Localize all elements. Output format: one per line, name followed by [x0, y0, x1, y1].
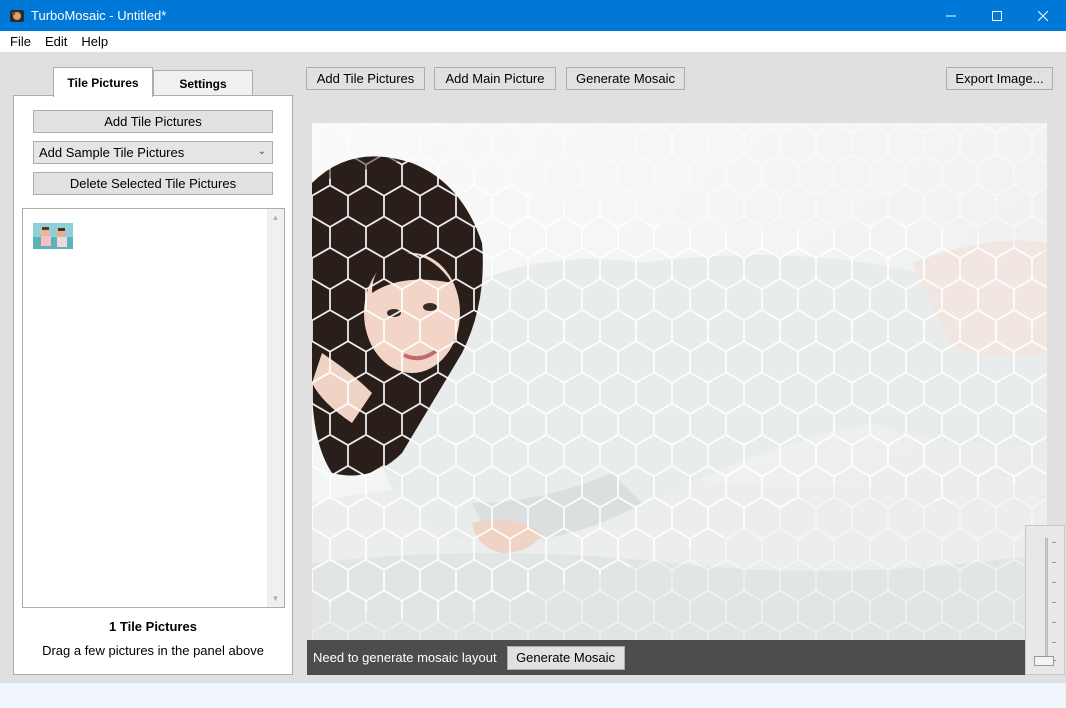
maximize-button[interactable]	[974, 0, 1020, 31]
info-bar: Need to generate mosaic layout Generate …	[307, 640, 1025, 675]
zoom-tick	[1052, 542, 1056, 543]
generate-mosaic-info-button[interactable]: Generate Mosaic	[506, 645, 625, 670]
close-icon	[1038, 10, 1048, 21]
menu-help[interactable]: Help	[74, 34, 115, 49]
minimize-button[interactable]	[928, 0, 974, 31]
tab-tile-pictures[interactable]: Tile Pictures	[53, 67, 153, 97]
title-bar: TurboMosaic - Untitled*	[0, 0, 1066, 31]
zoom-tick	[1052, 582, 1056, 583]
main-picture	[312, 123, 1047, 640]
sample-tiles-dropdown-value: Add Sample Tile Pictures	[39, 145, 185, 160]
menu-bar: File Edit Help	[0, 31, 1066, 52]
add-main-picture-button[interactable]: Add Main Picture	[434, 67, 556, 90]
maximize-icon	[992, 10, 1002, 21]
tile-thumbnail[interactable]	[33, 223, 73, 249]
scroll-up-icon[interactable]: ▲	[267, 209, 284, 226]
zoom-tick	[1052, 622, 1056, 623]
main-picture-canvas[interactable]	[312, 123, 1047, 640]
tile-list-scrollbar[interactable]: ▲ ▼	[267, 209, 284, 607]
zoom-tick	[1052, 602, 1056, 603]
tile-pictures-panel: Add Tile Pictures Add Sample Tile Pictur…	[13, 95, 293, 675]
add-tile-pictures-toolbar-button[interactable]: Add Tile Pictures	[306, 67, 425, 90]
zoom-tick	[1052, 562, 1056, 563]
delete-selected-tiles-button[interactable]: Delete Selected Tile Pictures	[33, 172, 273, 195]
scroll-down-icon[interactable]: ▼	[267, 590, 284, 607]
info-message: Need to generate mosaic layout	[313, 650, 497, 665]
chevron-down-icon: ⌄	[257, 146, 266, 157]
tab-settings[interactable]: Settings	[153, 70, 253, 97]
add-tile-pictures-button[interactable]: Add Tile Pictures	[33, 110, 273, 133]
export-image-button[interactable]: Export Image...	[946, 67, 1053, 90]
zoom-track[interactable]	[1045, 538, 1048, 664]
window-title: TurboMosaic - Untitled*	[31, 8, 167, 23]
drag-hint-label: Drag a few pictures in the panel above	[42, 643, 264, 658]
zoom-tick	[1052, 642, 1056, 643]
tile-list[interactable]: ▲ ▼	[22, 208, 285, 608]
sample-tiles-dropdown[interactable]: Add Sample Tile Pictures ⌄	[33, 141, 273, 164]
zoom-slider[interactable]	[1025, 525, 1065, 675]
menu-file[interactable]: File	[3, 34, 38, 49]
app-icon	[9, 8, 25, 24]
menu-edit[interactable]: Edit	[38, 34, 74, 49]
zoom-thumb[interactable]	[1034, 656, 1054, 666]
status-bar	[0, 682, 1066, 708]
tile-count-label: 1 Tile Pictures	[109, 619, 197, 634]
close-button[interactable]	[1020, 0, 1066, 31]
generate-mosaic-toolbar-button[interactable]: Generate Mosaic	[566, 67, 685, 90]
minimize-icon	[946, 15, 956, 16]
